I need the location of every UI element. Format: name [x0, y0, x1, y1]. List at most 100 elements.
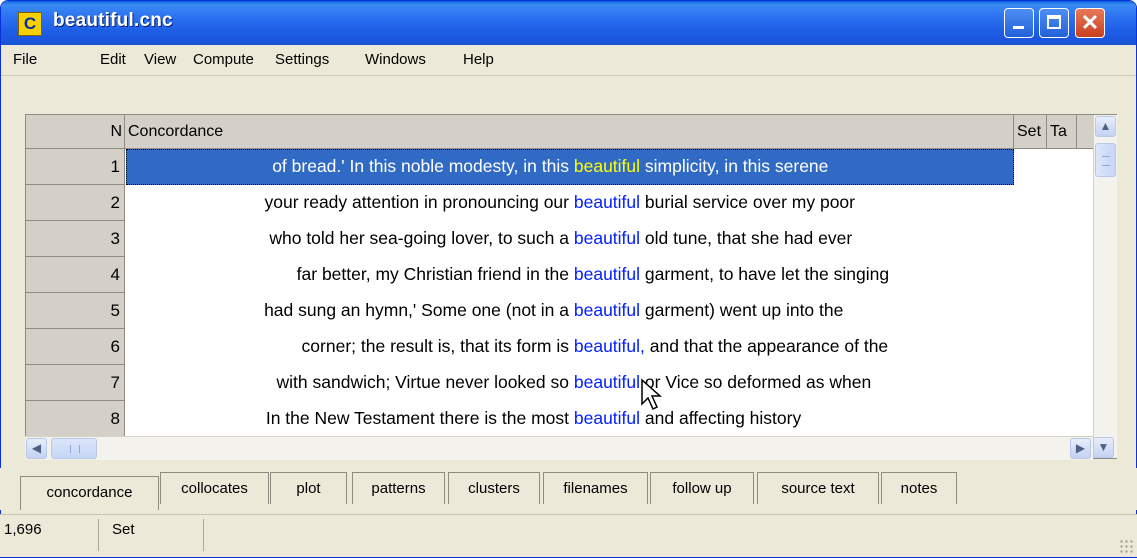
keyword: beautiful	[573, 264, 641, 284]
left-context: your ready attention in pronouncing our	[264, 192, 569, 212]
concordance-line[interactable]: who told her sea-going lover, to such a …	[126, 221, 1014, 257]
tab-collocates[interactable]: collocates	[160, 472, 269, 504]
tab-patterns[interactable]: patterns	[352, 472, 445, 504]
left-context: corner; the result is, that its form is	[301, 336, 569, 356]
mouse-pointer-icon	[641, 378, 662, 411]
status-column: Set	[112, 521, 135, 538]
scroll-down-button[interactable]: ▼	[1093, 437, 1114, 458]
concordance-line[interactable]: corner; the result is, that its form is …	[126, 329, 1014, 365]
row-number: 5	[26, 293, 125, 329]
table-row[interactable]: 2 your ready attention in pronouncing our…	[26, 185, 1093, 221]
grid-header: N Concordance Set Ta	[26, 115, 1116, 149]
keyword: beautiful	[573, 192, 641, 212]
status-divider	[98, 519, 99, 551]
menu-edit[interactable]: Edit	[100, 51, 126, 68]
concordance-line[interactable]: of bread.' In this noble modesty, in thi…	[126, 149, 1014, 185]
title-bar[interactable]: C beautiful.cnc ✕	[1, 1, 1136, 45]
column-header-concordance[interactable]: Concordance	[125, 115, 1014, 148]
scroll-up-button[interactable]: ▲	[1095, 116, 1116, 137]
right-context: burial service over my poor	[640, 192, 855, 212]
row-number: 4	[26, 257, 125, 293]
row-number: 3	[26, 221, 125, 257]
right-context: garment) went up into the	[640, 300, 844, 320]
menu-bar: File Edit View Compute Settings Windows …	[1, 45, 1136, 76]
grip-icon	[70, 444, 80, 453]
horizontal-scroll-thumb[interactable]	[51, 438, 97, 459]
row-number: 6	[26, 329, 125, 365]
concordance-line[interactable]: In the New Testament there is the most b…	[126, 401, 1014, 437]
minimize-button[interactable]	[1004, 8, 1034, 38]
keyword: beautiful	[573, 372, 641, 392]
left-context: In the New Testament there is the most	[265, 408, 569, 428]
concordance-line[interactable]: your ready attention in pronouncing our …	[126, 185, 1014, 221]
status-divider	[203, 519, 204, 551]
resize-grip-icon[interactable]	[1119, 539, 1133, 553]
table-row[interactable]: 4 far better, my Christian friend in the …	[26, 257, 1093, 293]
concordance-line[interactable]: with sandwich; Virtue never looked so be…	[126, 365, 1014, 401]
horizontal-scrollbar[interactable]: ◀ ▶	[25, 436, 1093, 460]
tab-strip: concordance collocates plot patterns clu…	[0, 468, 1137, 510]
left-context: with sandwich; Virtue never looked so	[276, 372, 569, 392]
close-button[interactable]: ✕	[1075, 8, 1105, 38]
concordance-line[interactable]: had sung an hymn,' Some one (not in a be…	[126, 293, 1014, 329]
menu-view[interactable]: View	[144, 51, 176, 68]
table-row[interactable]: 6 corner; the result is, that its form is…	[26, 329, 1093, 365]
table-row[interactable]: 1 of bread.' In this noble modesty, in th…	[26, 149, 1093, 185]
close-icon: ✕	[1080, 10, 1100, 35]
row-number: 2	[26, 185, 125, 221]
concordance-grid[interactable]: N Concordance Set Ta 1 of bread.' In this…	[25, 114, 1117, 459]
tab-plot[interactable]: plot	[270, 472, 347, 504]
menu-file[interactable]: File	[13, 51, 37, 68]
menu-settings[interactable]: Settings	[275, 51, 329, 68]
left-context: who told her sea-going lover, to such a	[269, 228, 569, 248]
chevron-down-icon: ▼	[1097, 440, 1110, 454]
tab-filenames[interactable]: filenames	[543, 472, 648, 504]
left-context: had sung an hymn,' Some one (not in a	[264, 300, 569, 320]
row-number: 1	[26, 149, 125, 185]
minimize-icon	[1013, 26, 1024, 29]
tab-notes[interactable]: notes	[881, 472, 957, 504]
table-row[interactable]: 5 had sung an hymn,' Some one (not in a b…	[26, 293, 1093, 329]
app-icon: C	[18, 12, 42, 36]
table-row[interactable]: 7 with sandwich; Virtue never looked so b…	[26, 365, 1093, 401]
tab-follow-up[interactable]: follow up	[650, 472, 754, 504]
table-row[interactable]: 8 In the New Testament there is the most …	[26, 401, 1093, 437]
chevron-left-icon: ◀	[31, 441, 42, 455]
chevron-up-icon: ▲	[1099, 119, 1112, 133]
row-number: 8	[26, 401, 125, 437]
concordance-line[interactable]: far better, my Christian friend in the b…	[126, 257, 1014, 293]
column-header-n[interactable]: N	[26, 115, 125, 148]
keyword: beautiful	[573, 156, 641, 176]
right-context: or Vice so deformed as when	[640, 372, 872, 392]
menu-windows[interactable]: Windows	[365, 51, 426, 68]
scroll-left-button[interactable]: ◀	[26, 438, 47, 459]
keyword: beautiful	[573, 228, 641, 248]
menu-help[interactable]: Help	[463, 51, 494, 68]
keyword: beautiful,	[573, 336, 645, 356]
tab-source-text[interactable]: source text	[757, 472, 879, 504]
left-context: far better, my Christian friend in the	[296, 264, 569, 284]
grip-icon	[1101, 156, 1110, 166]
vertical-scrollbar[interactable]: ▲	[1093, 115, 1117, 458]
keyword: beautiful	[573, 408, 641, 428]
column-header-ta[interactable]: Ta	[1047, 115, 1077, 148]
tab-concordance[interactable]: concordance	[20, 476, 159, 510]
right-context: garment, to have let the singing	[640, 264, 890, 284]
tab-clusters[interactable]: clusters	[448, 472, 540, 504]
window-title: beautiful.cnc	[53, 10, 173, 31]
status-bar: 1,696 Set	[0, 514, 1137, 557]
table-row[interactable]: 3 who told her sea-going lover, to such a…	[26, 221, 1093, 257]
vertical-scroll-thumb[interactable]	[1095, 143, 1116, 177]
right-context: old tune, that she had ever	[640, 228, 853, 248]
maximize-icon	[1047, 15, 1061, 29]
keyword: beautiful	[573, 300, 641, 320]
row-number: 7	[26, 365, 125, 401]
scroll-right-button[interactable]: ▶	[1070, 438, 1091, 459]
right-context: and that the appearance of the	[644, 336, 889, 356]
menu-compute[interactable]: Compute	[193, 51, 254, 68]
left-context: of bread.' In this noble modesty, in thi…	[272, 156, 569, 176]
maximize-button[interactable]	[1039, 8, 1069, 38]
status-count: 1,696	[4, 521, 42, 538]
column-header-set[interactable]: Set	[1014, 115, 1047, 148]
right-context: simplicity, in this serene	[640, 156, 829, 176]
